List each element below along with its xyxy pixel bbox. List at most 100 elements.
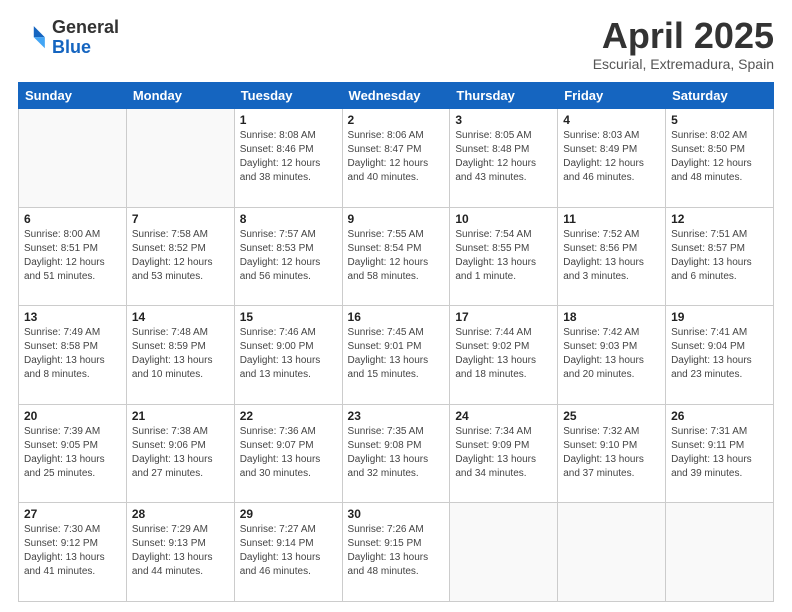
table-row: 6 Sunrise: 8:00 AM Sunset: 8:51 PM Daylig… xyxy=(19,207,127,306)
table-row: 30 Sunrise: 7:26 AM Sunset: 9:15 PM Dayli… xyxy=(342,503,450,602)
table-row: 24 Sunrise: 7:34 AM Sunset: 9:09 PM Dayli… xyxy=(450,404,558,503)
day-number: 18 xyxy=(563,310,660,324)
table-row: 25Sunrise: 7:32 AM Sunset: 9:10 PM Dayli… xyxy=(558,404,666,503)
week-row-1: 1Sunrise: 8:08 AM Sunset: 8:46 PM Daylig… xyxy=(19,109,774,208)
day-number: 15 xyxy=(240,310,337,324)
day-info: Sunrise: 8:05 AM Sunset: 8:48 PM Dayligh… xyxy=(455,129,552,185)
day-info: Sunrise: 7:30 AM Sunset: 9:12 PM Dayligh… xyxy=(24,523,121,579)
week-row-5: 27Sunrise: 7:30 AM Sunset: 9:12 PM Dayli… xyxy=(19,503,774,602)
day-info: Sunrise: 7:32 AM Sunset: 9:10 PM Dayligh… xyxy=(563,425,660,481)
day-number: 2 xyxy=(348,113,445,127)
table-row: 15Sunrise: 7:46 AM Sunset: 9:00 PM Dayli… xyxy=(234,306,342,405)
day-number: 4 xyxy=(563,113,660,127)
table-row: 13Sunrise: 7:49 AM Sunset: 8:58 PM Dayli… xyxy=(19,306,127,405)
table-row: 26 Sunrise: 7:31 AM Sunset: 9:11 PM Dayli… xyxy=(666,404,774,503)
col-monday: Monday xyxy=(126,83,234,109)
logo-general: General xyxy=(52,18,119,38)
day-info: Sunrise: 7:57 AM Sunset: 8:53 PM Dayligh… xyxy=(240,228,337,284)
day-number: 26 xyxy=(671,409,768,423)
table-row: 23 Sunrise: 7:35 AM Sunset: 9:08 PM Dayli… xyxy=(342,404,450,503)
day-number: 13 xyxy=(24,310,121,324)
calendar-header-row: Sunday Monday Tuesday Wednesday Thursday… xyxy=(19,83,774,109)
day-info: Sunrise: 8:08 AM Sunset: 8:46 PM Dayligh… xyxy=(240,129,337,185)
day-number: 7 xyxy=(132,212,229,226)
day-info: Sunrise: 7:55 AM Sunset: 8:54 PM Dayligh… xyxy=(348,228,445,284)
calendar-table: Sunday Monday Tuesday Wednesday Thursday… xyxy=(18,82,774,602)
day-number: 19 xyxy=(671,310,768,324)
day-number: 17 xyxy=(455,310,552,324)
table-row: 27Sunrise: 7:30 AM Sunset: 9:12 PM Dayli… xyxy=(19,503,127,602)
col-saturday: Saturday xyxy=(666,83,774,109)
table-row: 19 Sunrise: 7:41 AM Sunset: 9:04 PM Dayli… xyxy=(666,306,774,405)
table-row: 5 Sunrise: 8:02 AM Sunset: 8:50 PM Daylig… xyxy=(666,109,774,208)
day-info: Sunrise: 7:38 AM Sunset: 9:06 PM Dayligh… xyxy=(132,425,229,481)
table-row: 21 Sunrise: 7:38 AM Sunset: 9:06 PM Dayli… xyxy=(126,404,234,503)
table-row xyxy=(19,109,127,208)
table-row: 16 Sunrise: 7:45 AM Sunset: 9:01 PM Dayli… xyxy=(342,306,450,405)
col-thursday: Thursday xyxy=(450,83,558,109)
day-info: Sunrise: 7:27 AM Sunset: 9:14 PM Dayligh… xyxy=(240,523,337,579)
week-row-3: 13Sunrise: 7:49 AM Sunset: 8:58 PM Dayli… xyxy=(19,306,774,405)
table-row xyxy=(126,109,234,208)
day-info: Sunrise: 7:39 AM Sunset: 9:05 PM Dayligh… xyxy=(24,425,121,481)
day-number: 22 xyxy=(240,409,337,423)
day-info: Sunrise: 8:03 AM Sunset: 8:49 PM Dayligh… xyxy=(563,129,660,185)
table-row xyxy=(666,503,774,602)
day-info: Sunrise: 7:48 AM Sunset: 8:59 PM Dayligh… xyxy=(132,326,229,382)
day-info: Sunrise: 7:35 AM Sunset: 9:08 PM Dayligh… xyxy=(348,425,445,481)
table-row: 11 Sunrise: 7:52 AM Sunset: 8:56 PM Dayli… xyxy=(558,207,666,306)
table-row: 3 Sunrise: 8:05 AM Sunset: 8:48 PM Daylig… xyxy=(450,109,558,208)
day-number: 3 xyxy=(455,113,552,127)
header: General Blue April 2025 Escurial, Extrem… xyxy=(18,18,774,72)
day-info: Sunrise: 7:42 AM Sunset: 9:03 PM Dayligh… xyxy=(563,326,660,382)
table-row: 12 Sunrise: 7:51 AM Sunset: 8:57 PM Dayli… xyxy=(666,207,774,306)
day-info: Sunrise: 7:52 AM Sunset: 8:56 PM Dayligh… xyxy=(563,228,660,284)
location-subtitle: Escurial, Extremadura, Spain xyxy=(593,56,774,72)
table-row: 17Sunrise: 7:44 AM Sunset: 9:02 PM Dayli… xyxy=(450,306,558,405)
col-wednesday: Wednesday xyxy=(342,83,450,109)
day-number: 20 xyxy=(24,409,121,423)
day-number: 28 xyxy=(132,507,229,521)
day-info: Sunrise: 8:06 AM Sunset: 8:47 PM Dayligh… xyxy=(348,129,445,185)
day-info: Sunrise: 7:41 AM Sunset: 9:04 PM Dayligh… xyxy=(671,326,768,382)
logo: General Blue xyxy=(18,18,119,58)
day-number: 9 xyxy=(348,212,445,226)
table-row: 18 Sunrise: 7:42 AM Sunset: 9:03 PM Dayli… xyxy=(558,306,666,405)
day-number: 23 xyxy=(348,409,445,423)
day-number: 5 xyxy=(671,113,768,127)
table-row: 22 Sunrise: 7:36 AM Sunset: 9:07 PM Dayli… xyxy=(234,404,342,503)
day-info: Sunrise: 8:02 AM Sunset: 8:50 PM Dayligh… xyxy=(671,129,768,185)
table-row xyxy=(558,503,666,602)
table-row: 7 Sunrise: 7:58 AM Sunset: 8:52 PM Daylig… xyxy=(126,207,234,306)
day-info: Sunrise: 7:45 AM Sunset: 9:01 PM Dayligh… xyxy=(348,326,445,382)
table-row: 28Sunrise: 7:29 AM Sunset: 9:13 PM Dayli… xyxy=(126,503,234,602)
table-row xyxy=(450,503,558,602)
day-number: 12 xyxy=(671,212,768,226)
day-number: 10 xyxy=(455,212,552,226)
day-number: 21 xyxy=(132,409,229,423)
logo-blue: Blue xyxy=(52,38,119,58)
month-title: April 2025 xyxy=(593,18,774,54)
day-info: Sunrise: 7:36 AM Sunset: 9:07 PM Dayligh… xyxy=(240,425,337,481)
day-number: 16 xyxy=(348,310,445,324)
day-info: Sunrise: 7:58 AM Sunset: 8:52 PM Dayligh… xyxy=(132,228,229,284)
title-block: April 2025 Escurial, Extremadura, Spain xyxy=(593,18,774,72)
logo-icon xyxy=(18,23,48,53)
day-number: 11 xyxy=(563,212,660,226)
day-number: 30 xyxy=(348,507,445,521)
day-info: Sunrise: 7:34 AM Sunset: 9:09 PM Dayligh… xyxy=(455,425,552,481)
col-friday: Friday xyxy=(558,83,666,109)
day-number: 6 xyxy=(24,212,121,226)
day-info: Sunrise: 7:31 AM Sunset: 9:11 PM Dayligh… xyxy=(671,425,768,481)
page: General Blue April 2025 Escurial, Extrem… xyxy=(0,0,792,612)
day-number: 8 xyxy=(240,212,337,226)
day-number: 29 xyxy=(240,507,337,521)
day-info: Sunrise: 7:51 AM Sunset: 8:57 PM Dayligh… xyxy=(671,228,768,284)
day-number: 24 xyxy=(455,409,552,423)
col-tuesday: Tuesday xyxy=(234,83,342,109)
day-info: Sunrise: 7:26 AM Sunset: 9:15 PM Dayligh… xyxy=(348,523,445,579)
table-row: 29 Sunrise: 7:27 AM Sunset: 9:14 PM Dayli… xyxy=(234,503,342,602)
day-info: Sunrise: 7:54 AM Sunset: 8:55 PM Dayligh… xyxy=(455,228,552,284)
day-info: Sunrise: 8:00 AM Sunset: 8:51 PM Dayligh… xyxy=(24,228,121,284)
week-row-2: 6 Sunrise: 8:00 AM Sunset: 8:51 PM Daylig… xyxy=(19,207,774,306)
